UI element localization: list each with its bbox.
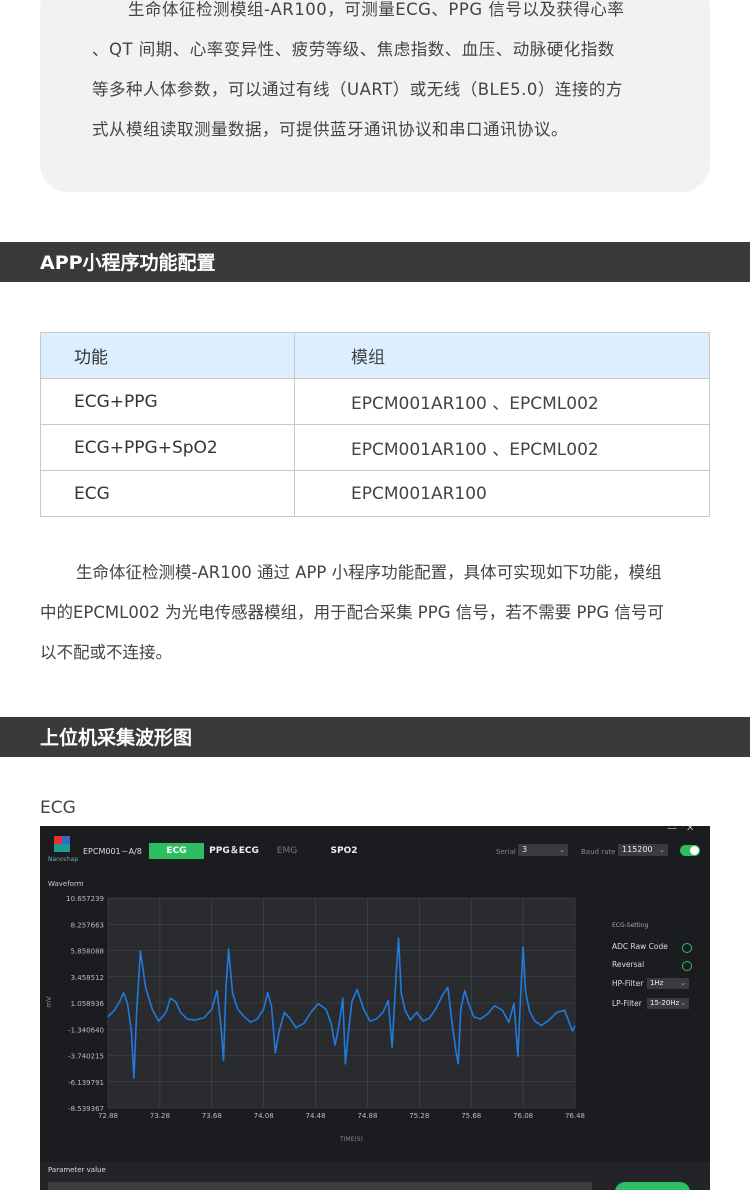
- description-paragraph: 生命体征检测模-AR100 通过 APP 小程序功能配置，具体可实现如下功能，模…: [40, 553, 712, 673]
- parameter-title: Parameter value: [48, 1166, 106, 1174]
- connect-toggle[interactable]: [680, 845, 700, 856]
- x-tick-label: 74.48: [306, 1112, 326, 1120]
- chevron-down-icon: ⌄: [680, 999, 686, 1007]
- hp-filter-value: 1Hz: [650, 979, 664, 987]
- reversal-label: Reversal: [612, 960, 645, 969]
- y-tick-label: 5.858088: [71, 948, 104, 956]
- y-tick-label: 8.257663: [71, 921, 104, 929]
- paragraph-line: 中的EPCML002 为光电传感器模组，用于配合采集 PPG 信号，若不需要 P…: [40, 603, 664, 622]
- baud-rate-label: Baud rate: [581, 848, 616, 856]
- serial-select[interactable]: 3 ⌄: [518, 844, 568, 856]
- table-row: ECG+PPG+SpO2 EPCM001AR100 、EPCML002: [40, 424, 710, 471]
- serial-value: 3: [522, 845, 528, 854]
- lp-filter-value: 15-20Hz: [650, 999, 680, 1007]
- x-tick-label: 74.88: [357, 1112, 377, 1120]
- y-tick-label: -1.340640: [68, 1026, 104, 1034]
- baud-rate-select[interactable]: 115200 ⌄: [618, 844, 668, 856]
- reversal-radio[interactable]: [682, 961, 692, 971]
- hp-filter-select[interactable]: 1Hz ⌄: [647, 978, 689, 989]
- y-tick-label: 1.058936: [71, 1000, 105, 1008]
- settings-row-adc: ADC Raw Code: [612, 942, 668, 951]
- y-tick-label: -6.139791: [68, 1079, 104, 1087]
- adc-raw-label: ADC Raw Code: [612, 942, 668, 951]
- feature-table: 功能 模组 ECG+PPG EPCM001AR100 、EPCML002 ECG…: [40, 332, 710, 517]
- x-tick-label: 73.28: [150, 1112, 170, 1120]
- column-header-function: 功能: [40, 332, 295, 379]
- start-button[interactable]: [615, 1182, 690, 1190]
- toggle-knob: [690, 846, 699, 855]
- y-tick-label: 3.458512: [71, 974, 104, 982]
- x-tick-label: 75.68: [461, 1112, 481, 1120]
- paragraph-line: 生命体征检测模-AR100 通过 APP 小程序功能配置，具体可实现如下功能，模…: [76, 563, 662, 582]
- table-cell-function: ECG+PPG: [40, 378, 295, 425]
- close-icon[interactable]: ✕: [686, 826, 694, 834]
- baud-rate-value: 115200: [622, 845, 653, 854]
- device-name: EPCM001－A/8: [83, 847, 142, 856]
- lp-filter-label: LP-Filter: [612, 999, 642, 1008]
- x-axis-label: TIME(S): [340, 1136, 363, 1143]
- figure-caption: ECG: [40, 798, 76, 818]
- chevron-down-icon: ⌄: [659, 846, 665, 854]
- x-tick-label: 73.68: [202, 1112, 222, 1120]
- table-cell-module: EPCM001AR100 、EPCML002: [294, 378, 710, 425]
- y-tick-label: -3.740215: [68, 1053, 104, 1061]
- adc-raw-radio[interactable]: [682, 943, 692, 953]
- parameter-values-field: [48, 1182, 592, 1190]
- ecg-waveform-chart: 10.657239 8.257663 5.858088 3.458512 1.05893…: [66, 895, 585, 1120]
- chevron-down-icon: ⌄: [680, 979, 686, 987]
- intro-line: 式从模组读取测量数据，可提供蓝牙通讯协议和串口通讯协议。: [92, 120, 568, 139]
- table-cell-module: EPCM001AR100 、EPCML002: [294, 424, 710, 471]
- section-header-app-config: APP小程序功能配置: [0, 242, 750, 282]
- table-row: ECG+PPG EPCM001AR100 、EPCML002: [40, 378, 710, 425]
- serial-label: Serial: [496, 848, 516, 856]
- table-row: ECG EPCM001AR100: [40, 470, 710, 517]
- hp-filter-label: HP-Filter: [612, 979, 644, 988]
- tab-emg[interactable]: EMG: [272, 843, 302, 859]
- x-tick-label: 76.08: [513, 1112, 533, 1120]
- tab-spo2[interactable]: SPO2: [324, 843, 364, 859]
- table-header-row: 功能 模组: [40, 332, 710, 379]
- tab-ppg-ecg[interactable]: PPG＆ECG: [208, 843, 260, 859]
- intro-line: 、QT 间期、心率变异性、疲劳等级、焦虑指数、血压、动脉硬化指数: [92, 40, 615, 59]
- tab-ecg[interactable]: ECG: [149, 843, 204, 859]
- section-title: 上位机采集波形图: [40, 727, 193, 749]
- host-app-screenshot: — ✕ Nanochap EPCM001－A/8 ECG PPG＆ECG EMG…: [40, 826, 710, 1190]
- settings-row-reversal: Reversal: [612, 960, 644, 969]
- minimize-icon[interactable]: —: [667, 826, 677, 834]
- table-cell-function: ECG: [40, 470, 295, 517]
- paragraph-line: 以不配或不连接。: [40, 643, 172, 662]
- intro-paragraph: 生命体征检测模组-AR100，可测量ECG、PPG 信号以及获得心率 、QT 间…: [92, 0, 672, 150]
- x-tick-label: 72.88: [98, 1112, 118, 1120]
- x-tick-label: 75.28: [409, 1112, 429, 1120]
- brand-logo: Nanochap: [48, 834, 78, 863]
- chevron-down-icon: ⌄: [559, 846, 565, 854]
- intro-line: 等多种人体参数，可以通过有线（UART）或无线（BLE5.0）连接的方: [92, 80, 623, 99]
- x-tick-label: 76.48: [565, 1112, 585, 1120]
- section-title: APP小程序功能配置: [40, 252, 216, 274]
- intro-line: 生命体征检测模组-AR100，可测量ECG、PPG 信号以及获得心率: [128, 0, 625, 19]
- settings-title: ECG-Setting: [612, 922, 649, 929]
- x-tick-label: 74.08: [254, 1112, 274, 1120]
- parameter-panel: Parameter value: [40, 1162, 710, 1190]
- column-header-module: 模组: [294, 332, 710, 379]
- logo-text: Nanochap: [48, 856, 79, 863]
- section-header-waveform: 上位机采集波形图: [0, 717, 750, 757]
- table-cell-function: ECG+PPG+SpO2: [40, 424, 295, 471]
- y-tick-label: 10.657239: [66, 895, 104, 903]
- window-controls: — ✕: [40, 826, 710, 836]
- lp-filter-select[interactable]: 15-20Hz ⌄: [647, 998, 689, 1009]
- table-cell-module: EPCM001AR100: [294, 470, 710, 517]
